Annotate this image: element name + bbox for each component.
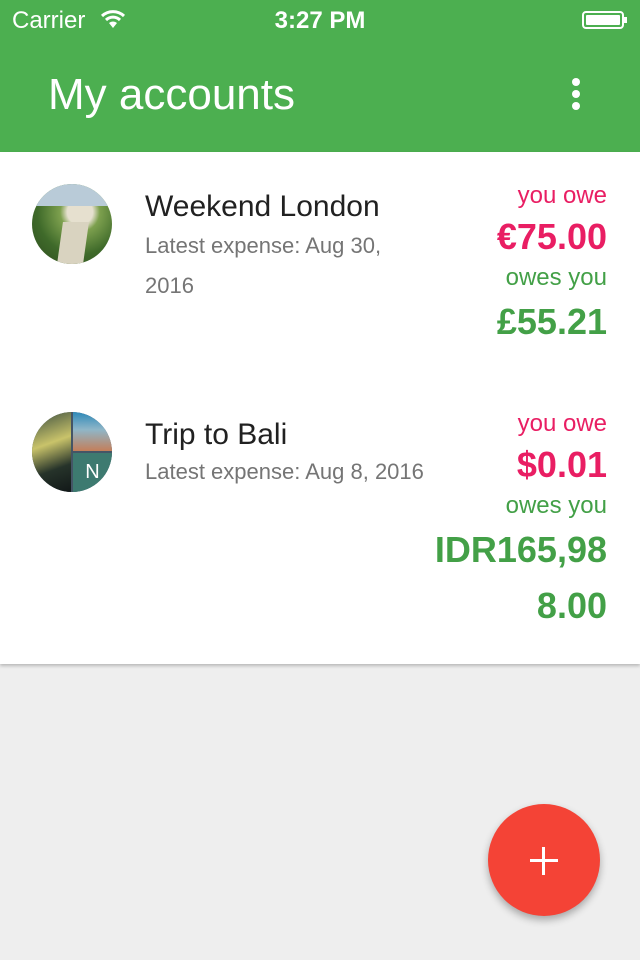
account-name: Trip to Bali xyxy=(145,418,288,451)
you-owe-label: you owe xyxy=(517,410,607,437)
more-vert-icon[interactable] xyxy=(560,78,592,118)
app-bar: My accounts xyxy=(0,40,640,152)
you-owe-amount: €75.00 xyxy=(496,216,607,257)
account-item-trip-to-bali[interactable]: N Trip to Bali Latest expense: Aug 8, 20… xyxy=(0,380,640,664)
latest-expense: Latest expense: Aug 30, 2016 xyxy=(145,233,382,298)
owes-you-label: owes you xyxy=(505,492,607,519)
status-bar: Carrier 3:27 PM xyxy=(0,0,640,40)
account-avatar xyxy=(32,184,112,264)
account-name: Weekend London xyxy=(145,190,380,223)
accounts-list: Weekend London Latest expense: Aug 30, 2… xyxy=(0,152,640,664)
account-avatar: N xyxy=(32,412,112,492)
member-initial-avatar: N xyxy=(73,453,112,492)
member-photo xyxy=(73,412,112,451)
clock-time: 3:27 PM xyxy=(274,7,366,34)
you-owe-amount: $0.01 xyxy=(516,444,607,485)
balance-summary: you owe €75.00 owes you £55.21 xyxy=(407,180,607,350)
member-photo xyxy=(32,412,71,492)
you-owe-label: you owe xyxy=(517,182,607,209)
owes-you-amount: £55.21 xyxy=(496,301,607,342)
owes-you-amount: IDR165,988.00 xyxy=(434,529,607,626)
account-item-weekend-london[interactable]: Weekend London Latest expense: Aug 30, 2… xyxy=(0,152,640,380)
battery-icon xyxy=(582,11,627,29)
latest-expense: Latest expense: Aug 8, 2016 xyxy=(145,459,424,484)
add-account-button[interactable] xyxy=(488,804,600,916)
balance-summary: you owe $0.01 owes you IDR165,988.00 xyxy=(407,408,607,634)
page-title: My accounts xyxy=(48,70,295,119)
owes-you-label: owes you xyxy=(505,264,607,291)
